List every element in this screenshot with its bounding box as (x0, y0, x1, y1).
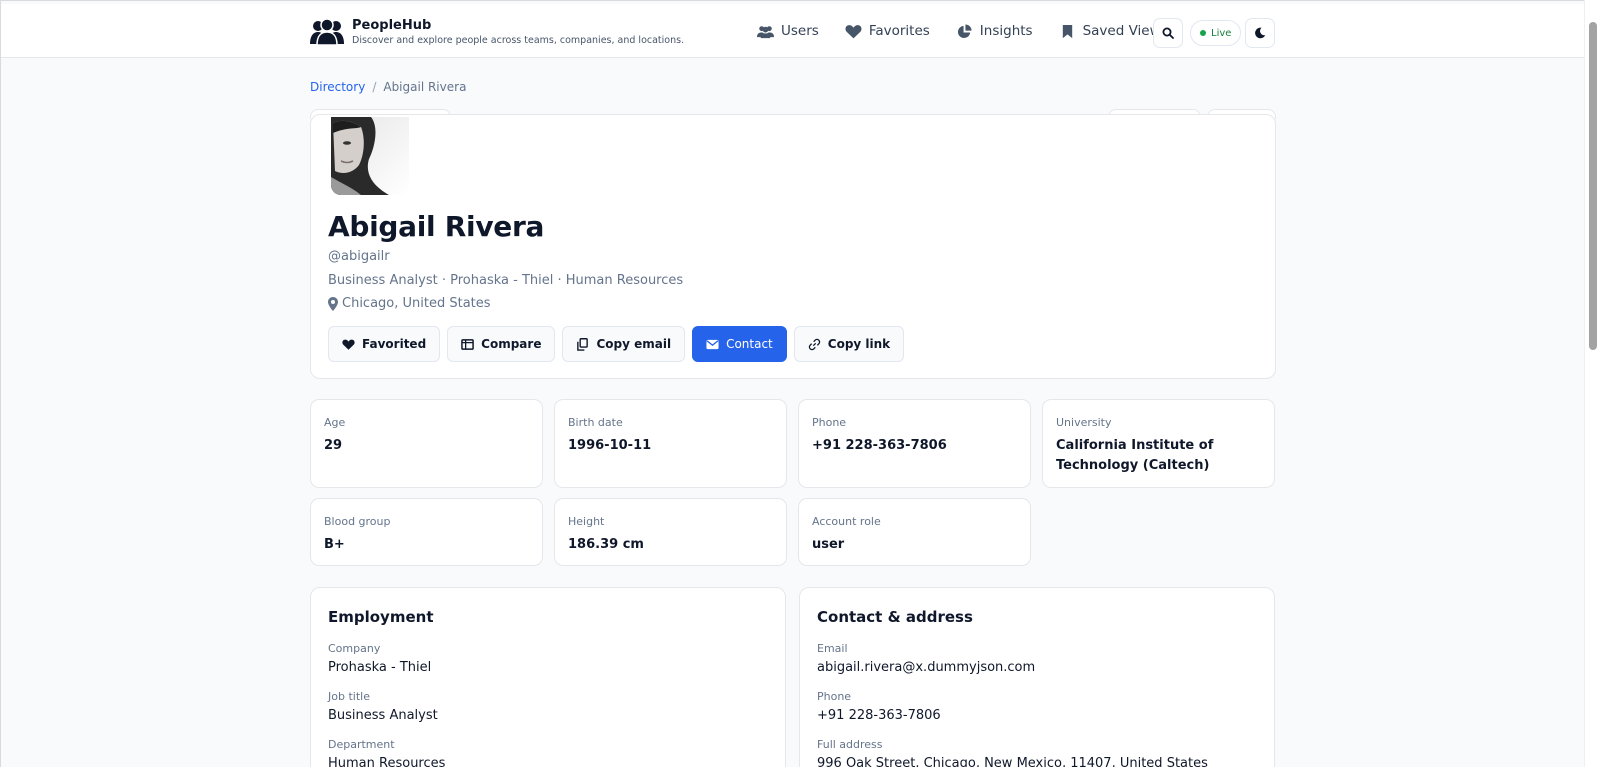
stat-card-height: Height 186.39 cm (554, 498, 787, 566)
stat-label: Height (568, 515, 605, 528)
stat-card-birth-date: Birth date 1996-10-11 (554, 399, 787, 488)
brand[interactable]: PeopleHub Discover and explore people ac… (310, 17, 684, 48)
field-value: Prohaska - Thiel (328, 660, 432, 675)
contact-panel: Contact & address Email abigail.rivera@x… (799, 587, 1275, 767)
link-icon (808, 338, 820, 350)
profile-location-text: Chicago, United States (342, 296, 491, 311)
heart-icon (845, 24, 862, 38)
app-window: PeopleHub Discover and explore people ac… (0, 0, 1584, 767)
vertical-scrollbar[interactable] (1584, 0, 1600, 767)
envelope-icon (706, 339, 719, 349)
stat-label: Blood group (324, 515, 391, 528)
stat-label: Age (324, 416, 346, 429)
breadcrumb: Directory / Abigail Rivera (310, 80, 466, 94)
field-label: Email (817, 642, 848, 655)
stat-label: Account role (812, 515, 881, 528)
stat-label: University (1056, 416, 1112, 429)
field-label: Phone (817, 690, 852, 703)
field-label: Company (328, 642, 381, 655)
live-status-badge[interactable]: Live (1190, 20, 1242, 46)
nav-users-label: Users (781, 23, 819, 39)
avatar (331, 117, 409, 195)
search-button[interactable] (1153, 18, 1183, 48)
breadcrumb-separator: / (372, 80, 377, 94)
field-value[interactable]: abigail.rivera@x.dummyjson.com (817, 660, 1035, 675)
field-label: Job title (328, 690, 370, 703)
contact-label: Contact (726, 337, 773, 351)
field-label: Department (328, 738, 395, 751)
map-pin-icon (328, 296, 338, 311)
employment-title: Employment (328, 608, 434, 626)
copy-email-label: Copy email (596, 337, 672, 351)
nav-favorites-label: Favorites (868, 23, 930, 39)
breadcrumb-current: Abigail Rivera (383, 80, 467, 94)
nav-insights[interactable]: Insights (956, 23, 1033, 39)
heart-icon (342, 339, 355, 350)
profile-actions: Favorited Compare Copy email Contact Cop… (328, 326, 905, 362)
copy-link-label: Copy link (827, 337, 891, 351)
stat-value: +91 228-363-7806 (812, 438, 947, 453)
field-value: Human Resources (328, 756, 446, 767)
profile-location: Chicago, United States (328, 296, 491, 311)
stat-value: 1996-10-11 (568, 438, 652, 453)
copy-link-button[interactable]: Copy link (793, 326, 905, 362)
users-icon (757, 25, 774, 38)
scrollbar-thumb[interactable] (1589, 22, 1597, 350)
live-label: Live (1211, 27, 1232, 39)
stat-value: California Institute of Technology (Calt… (1056, 438, 1214, 473)
top-bar: PeopleHub Discover and explore people ac… (1, 4, 1584, 58)
people-logo-icon (310, 18, 344, 46)
avatar-photo (331, 117, 409, 195)
contact-button[interactable]: Contact (692, 326, 787, 362)
columns-icon (461, 338, 474, 350)
compare-label: Compare (481, 337, 542, 351)
pie-chart-icon (957, 23, 972, 38)
breadcrumb-directory-link[interactable]: Directory (310, 80, 365, 94)
app-name: PeopleHub (352, 18, 432, 33)
app-tagline: Discover and explore people across teams… (352, 35, 685, 46)
profile-handle: @abigailr (328, 249, 390, 264)
copy-icon (577, 337, 589, 351)
field-value: Business Analyst (328, 708, 438, 723)
bookmark-icon (1062, 24, 1072, 38)
profile-name: Abigail Rivera (328, 210, 545, 243)
favorited-button[interactable]: Favorited (328, 326, 441, 362)
stat-card-university: University California Institute of Techn… (1042, 399, 1275, 488)
stat-card-phone: Phone +91 228-363-7806 (798, 399, 1031, 488)
main-nav: Users Favorites Insights Saved Views (757, 23, 1168, 39)
contact-title: Contact & address (817, 608, 973, 626)
favorited-label: Favorited (362, 337, 427, 351)
stat-card-blood-group: Blood group B+ (310, 498, 543, 566)
stat-value: 186.39 cm (568, 537, 644, 552)
field-label: Full address (817, 738, 883, 751)
employment-panel: Employment Company Prohaska - Thiel Job … (310, 587, 786, 767)
theme-toggle-button[interactable] (1245, 18, 1275, 48)
compare-button[interactable]: Compare (447, 326, 556, 362)
live-dot-icon (1200, 30, 1206, 36)
stat-value: 29 (324, 438, 343, 453)
nav-insights-label: Insights (979, 23, 1033, 39)
copy-email-button[interactable]: Copy email (562, 326, 686, 362)
stat-value: B+ (324, 537, 345, 552)
profile-card: Abigail Rivera @abigailr Business Analys… (310, 114, 1276, 379)
stat-value: user (812, 537, 845, 552)
stat-label: Phone (812, 416, 847, 429)
field-value: 996 Oak Street, Chicago, New Mexico, 114… (817, 756, 1208, 767)
nav-users[interactable]: Users (757, 23, 819, 39)
moon-icon (1255, 27, 1266, 39)
stat-card-account-role: Account role user (798, 498, 1031, 566)
stat-label: Birth date (568, 416, 623, 429)
search-icon (1162, 27, 1174, 39)
nav-saved-views[interactable]: Saved Views (1059, 23, 1168, 39)
stat-card-age: Age 29 (310, 399, 543, 488)
nav-favorites[interactable]: Favorites (845, 23, 930, 39)
profile-role-line: Business Analyst · Prohaska - Thiel · Hu… (328, 273, 684, 288)
field-value: +91 228-363-7806 (817, 708, 941, 723)
